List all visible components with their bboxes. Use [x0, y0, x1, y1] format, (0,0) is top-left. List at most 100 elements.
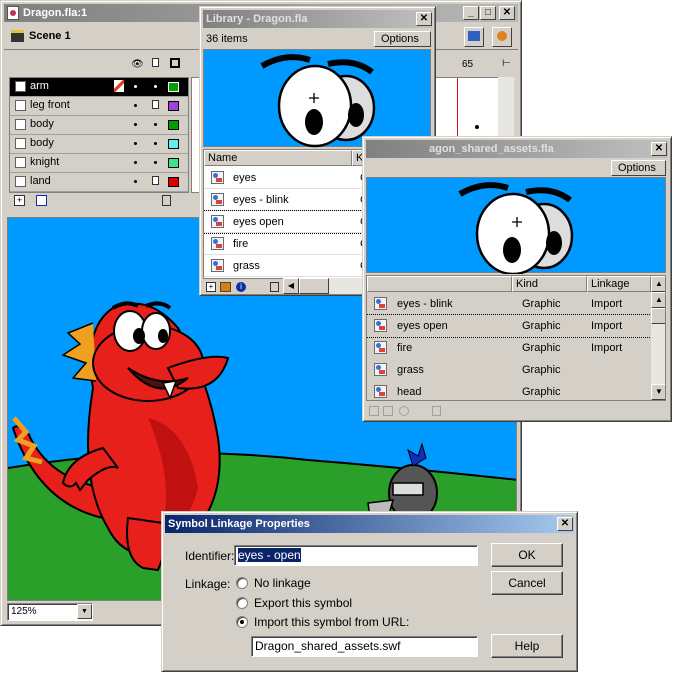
option-export-label[interactable]: Export this symbol: [254, 596, 352, 610]
layer-row[interactable]: land: [10, 173, 188, 192]
layer-color-swatch[interactable]: [168, 101, 179, 111]
graphic-symbol-icon: [374, 341, 387, 354]
trash-icon[interactable]: [162, 195, 171, 206]
dialog-titlebar[interactable]: Symbol Linkage Properties: [165, 515, 574, 533]
shared-library-vscroll[interactable]: ▲ ▼: [651, 292, 665, 400]
visibility-dot[interactable]: [134, 161, 137, 164]
layer-color-swatch[interactable]: [168, 177, 179, 187]
close-icon[interactable]: ✕: [557, 517, 573, 531]
eyes-preview-artwork: [260, 54, 376, 148]
lock-icon[interactable]: [152, 58, 159, 67]
url-field[interactable]: Dragon_shared_assets.swf: [251, 636, 478, 657]
visibility-dot[interactable]: [134, 142, 137, 145]
layer-list: arm leg front body body knight land: [9, 77, 189, 193]
maximize-icon[interactable]: □: [480, 6, 496, 20]
list-item[interactable]: fire Graphic Import: [367, 337, 651, 359]
radio-no-linkage[interactable]: [236, 577, 248, 589]
graphic-symbol-icon: [374, 363, 387, 376]
ok-button[interactable]: OK: [491, 543, 563, 567]
visibility-dot[interactable]: [134, 123, 137, 126]
item-kind: Graphic: [522, 342, 561, 354]
close-icon[interactable]: ✕: [416, 12, 432, 26]
linkage-dialog[interactable]: Symbol Linkage Properties ✕ Identifier: …: [161, 511, 578, 672]
col-name-header[interactable]: [367, 276, 512, 292]
options-menu[interactable]: Options: [611, 160, 666, 176]
trash-icon: [432, 406, 441, 416]
shared-library-footer: [366, 403, 666, 419]
visibility-dot[interactable]: [134, 85, 137, 88]
chevron-down-icon[interactable]: ▼: [77, 604, 92, 619]
radio-import-symbol[interactable]: [236, 616, 248, 628]
list-item[interactable]: eyes - blink Graphic Import: [367, 293, 651, 315]
graphic-symbol-icon: [211, 259, 224, 272]
col-linkage-header[interactable]: Linkage: [587, 276, 651, 292]
layer-row[interactable]: body: [10, 116, 188, 135]
add-folder-icon[interactable]: [36, 195, 47, 206]
graphic-symbol-icon: [374, 297, 387, 310]
close-icon[interactable]: ✕: [651, 142, 667, 156]
graphic-symbol-icon: [374, 385, 387, 398]
lock-icon[interactable]: [152, 100, 159, 109]
layer-color-swatch[interactable]: [168, 120, 179, 130]
item-linkage: Import: [591, 298, 623, 310]
identifier-label: Identifier:: [185, 549, 235, 563]
layer-color-swatch[interactable]: [168, 82, 179, 92]
list-item[interactable]: head Graphic: [367, 381, 651, 400]
new-symbol-icon: [369, 406, 379, 416]
item-name: grass: [233, 260, 260, 272]
url-value: Dragon_shared_assets.swf: [255, 639, 401, 653]
lock-dot[interactable]: [154, 142, 157, 145]
new-symbol-icon[interactable]: +: [206, 282, 216, 292]
timeline-menu-icon[interactable]: ⊢: [502, 58, 511, 69]
scroll-thumb[interactable]: [651, 308, 665, 324]
frame-number: 65: [462, 59, 474, 70]
scroll-left-icon[interactable]: ◀: [283, 278, 299, 294]
zoom-select[interactable]: 125% ▼: [7, 603, 93, 621]
col-kind-header[interactable]: Kind: [512, 276, 587, 292]
visibility-dot[interactable]: [134, 180, 137, 183]
layer-row[interactable]: arm: [10, 78, 188, 97]
edit-symbols-icon[interactable]: [464, 27, 484, 47]
help-button[interactable]: Help: [491, 634, 563, 658]
shared-library-info-bar: Options: [366, 160, 666, 176]
add-layer-icon[interactable]: +: [14, 195, 25, 206]
close-icon[interactable]: ✕: [499, 6, 515, 20]
lock-dot[interactable]: [154, 85, 157, 88]
new-folder-icon[interactable]: [220, 282, 231, 292]
cancel-button[interactable]: Cancel: [491, 571, 563, 595]
trash-icon[interactable]: [270, 282, 279, 292]
option-no-linkage-label[interactable]: No linkage: [254, 576, 311, 590]
hscroll-thumb[interactable]: [299, 278, 329, 294]
list-item[interactable]: grass Graphic: [367, 359, 651, 381]
col-name-header[interactable]: Name: [204, 150, 352, 166]
new-folder-icon: [383, 406, 393, 416]
minimize-icon[interactable]: _: [463, 6, 479, 20]
lock-icon[interactable]: [152, 176, 159, 185]
list-item[interactable]: eyes open Graphic Import: [367, 314, 652, 338]
shared-library-titlebar[interactable]: agon_shared_assets.fla: [366, 140, 668, 158]
scroll-up-icon[interactable]: ▲: [651, 292, 665, 308]
scroll-down-icon[interactable]: ▼: [651, 384, 665, 400]
outline-square-icon[interactable]: [170, 58, 180, 68]
visibility-dot[interactable]: [134, 104, 137, 107]
options-menu[interactable]: Options: [374, 31, 431, 47]
library-titlebar[interactable]: Library - Dragon.fla: [203, 10, 432, 28]
sort-icon[interactable]: ▲: [651, 276, 665, 292]
graphic-symbol-icon: [374, 319, 387, 332]
scene-label[interactable]: Scene 1: [29, 30, 71, 42]
edit-scene-icon[interactable]: [492, 27, 512, 47]
layer-row[interactable]: knight: [10, 154, 188, 173]
layer-row[interactable]: body: [10, 135, 188, 154]
option-import-label[interactable]: Import this symbol from URL:: [254, 615, 409, 629]
layer-color-swatch[interactable]: [168, 158, 179, 168]
layer-icon: [15, 119, 26, 130]
eye-icon[interactable]: 👁: [131, 59, 144, 70]
identifier-field[interactable]: eyes - open: [234, 545, 478, 566]
properties-icon[interactable]: i: [236, 282, 246, 292]
layer-color-swatch[interactable]: [168, 139, 179, 149]
shared-library-window[interactable]: agon_shared_assets.fla ✕ Options Kind Li…: [362, 136, 672, 422]
layer-row[interactable]: leg front: [10, 97, 188, 116]
lock-dot[interactable]: [154, 123, 157, 126]
lock-dot[interactable]: [154, 161, 157, 164]
radio-export-symbol[interactable]: [236, 597, 248, 609]
